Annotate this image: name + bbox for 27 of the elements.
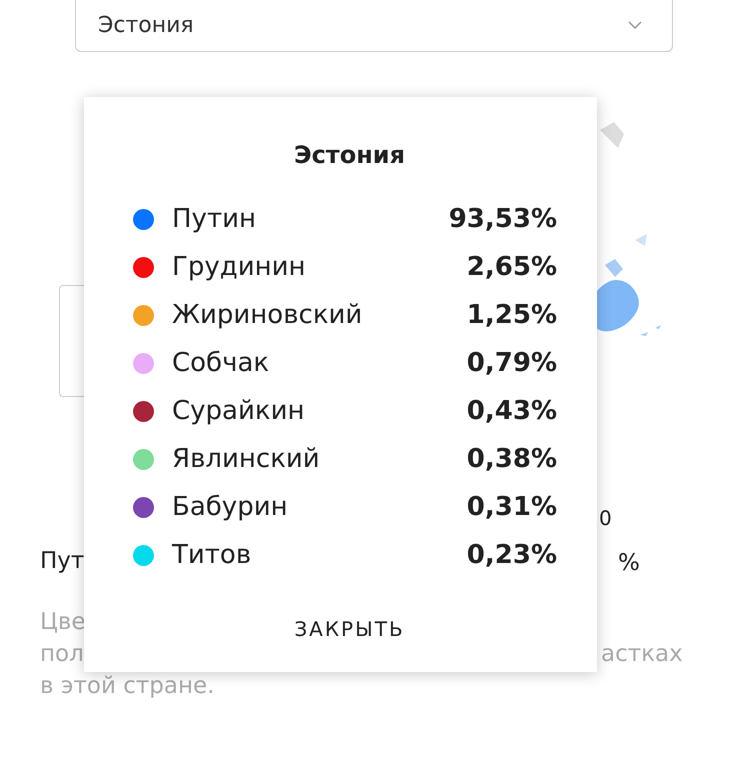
candidate-name: Бабурин [172,492,289,522]
vote-percent: 0,31% [466,492,557,522]
vote-percent: 93,53% [448,204,557,234]
note-text: в этой стране. [40,672,214,701]
summary-text: % [618,549,640,578]
close-button[interactable]: ЗАКРЫТЬ [286,613,413,645]
vote-percent: 0,38% [466,444,557,474]
candidate-name: Сурайкин [172,396,306,426]
country-select[interactable]: Эстония [75,0,673,52]
summary-text: Пут [40,547,84,576]
note-text: пол [40,640,84,669]
vote-percent: 1,25% [466,300,557,330]
candidate-name: Путин [172,204,257,234]
scale-label: 0 [599,505,612,532]
candidate-name: Собчак [172,348,270,378]
note-text: Цве [40,608,86,637]
vote-percent: 0,23% [466,540,557,570]
candidate-name: Явлинский [172,444,321,474]
popup-title: Эстония [292,140,406,171]
candidate-name: Грудинин [172,252,307,282]
candidate-name: Титов [172,540,252,570]
vote-percent: 0,79% [466,348,557,378]
vote-percent: 2,65% [466,252,557,282]
candidate-name: Жириновский [172,300,364,330]
vote-percent: 0,43% [466,396,557,426]
note-text: астках [601,640,683,669]
chevron-down-icon [628,20,642,30]
